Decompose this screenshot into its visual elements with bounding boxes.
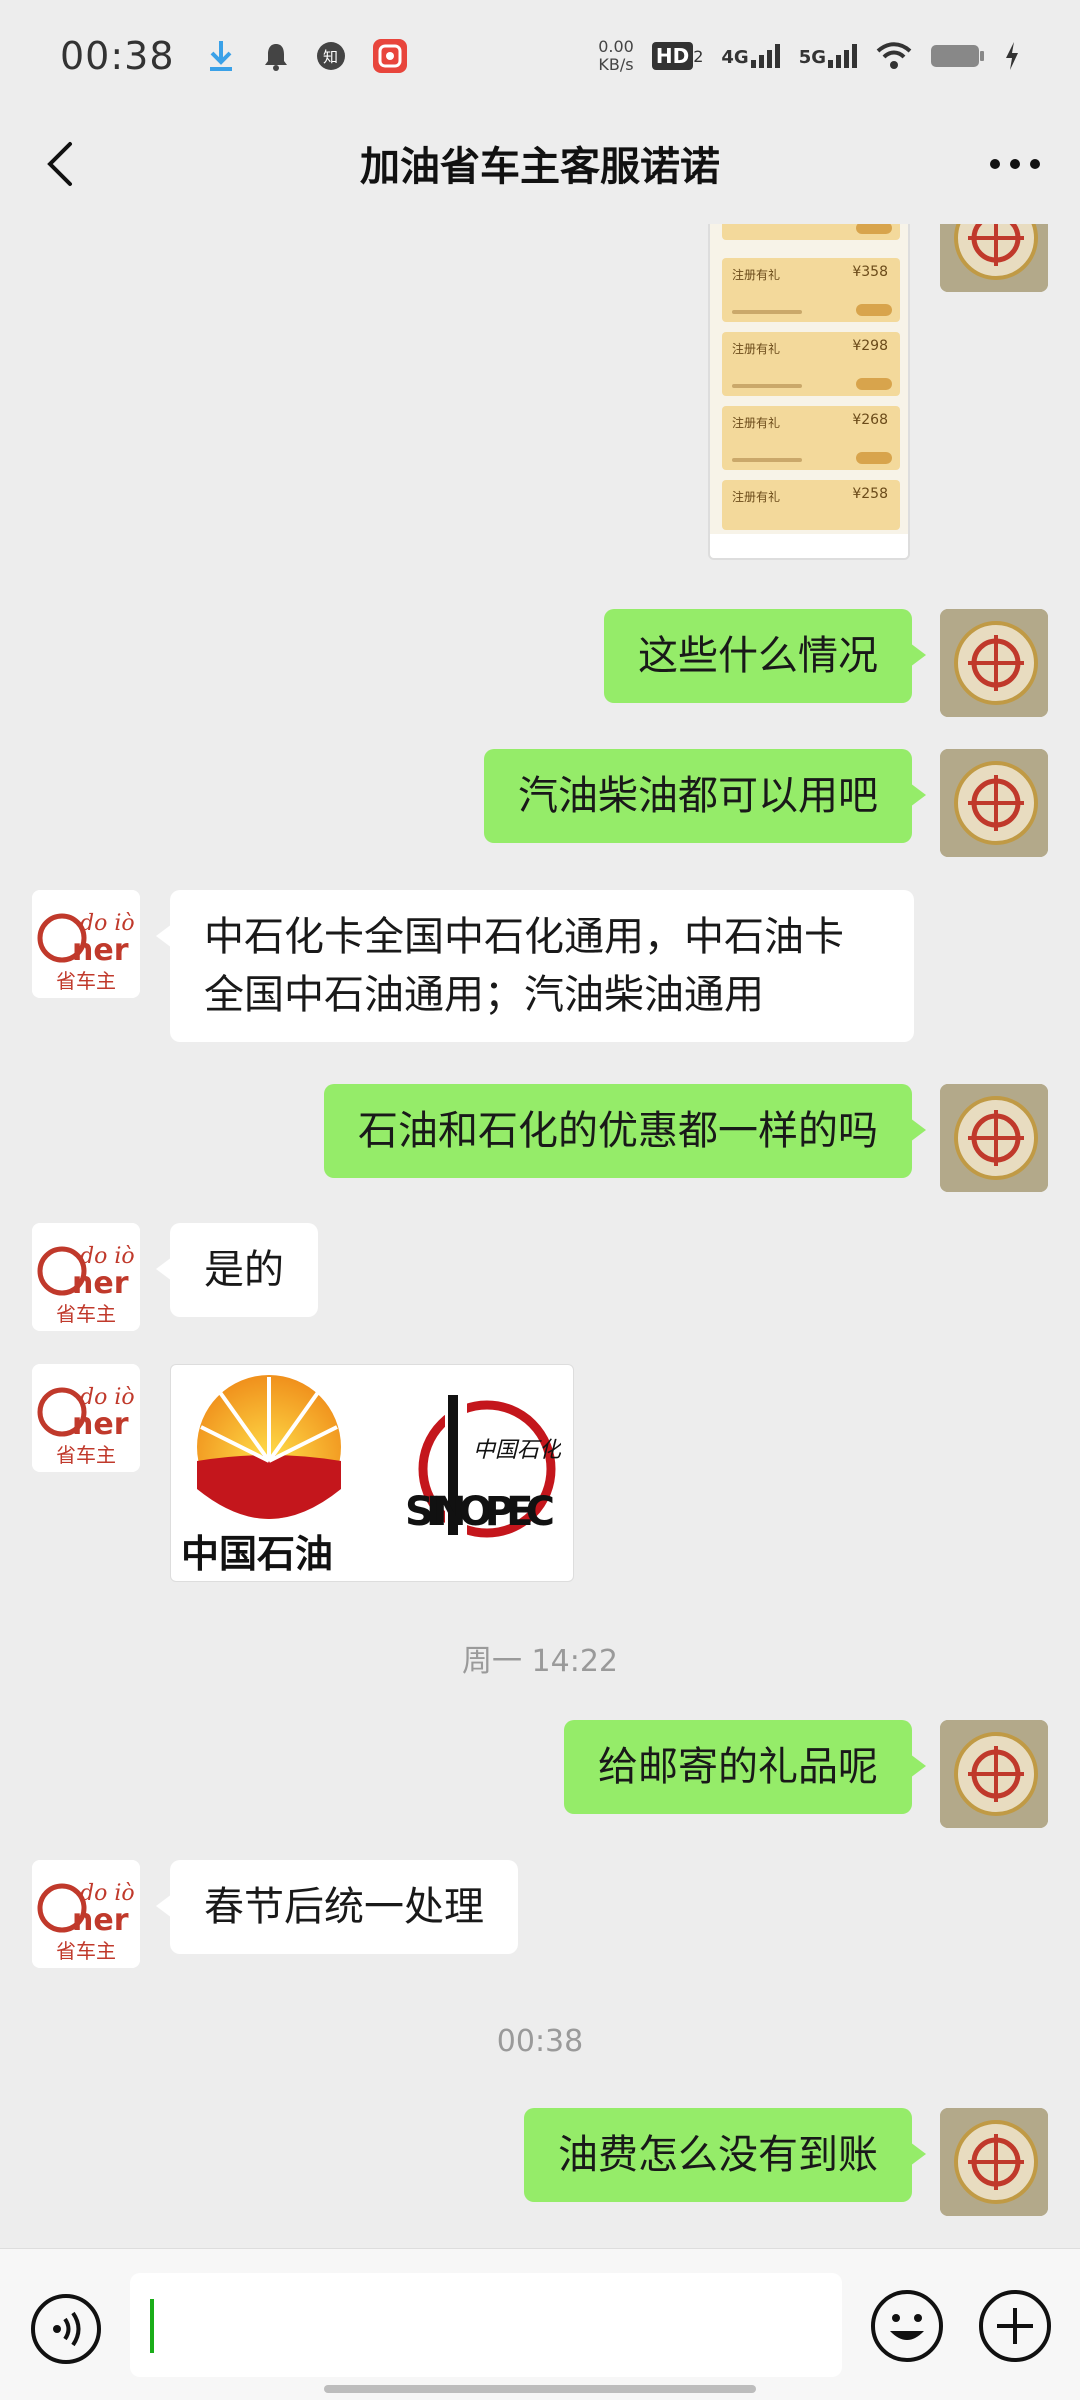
cnpc-logo — [197, 1375, 341, 1519]
message-bubble-received[interactable]: 是的 — [156, 1223, 318, 1317]
my-avatar[interactable] — [940, 609, 1048, 717]
svg-text:省车主: 省车主 — [56, 1443, 116, 1467]
contact-avatar[interactable]: do iò ner 省车主 — [32, 1223, 140, 1331]
svg-text:省车主: 省车主 — [56, 1302, 116, 1326]
signal-5g-icon: 5G — [799, 44, 858, 68]
message-list[interactable]: 注册有礼 ¥358 注册有礼 ¥298 注册有礼 ¥268 注册有礼 ¥258 这些什么… — [0, 224, 1080, 2248]
message-bubble-sent[interactable]: 汽油柴油都可以用吧 — [484, 749, 926, 843]
screenshot-image-message[interactable]: 注册有礼 ¥358 注册有礼 ¥298 注册有礼 ¥268 注册有礼 ¥258 — [708, 224, 910, 560]
svg-text:ner: ner — [72, 1903, 129, 1938]
message-bubble-sent[interactable]: 油费怎么没有到账 — [524, 2108, 926, 2202]
screenshot-row — [722, 224, 900, 240]
bell-icon — [264, 44, 287, 71]
my-avatar[interactable] — [940, 1084, 1048, 1192]
message-bubble-received[interactable]: 中石化卡全国中石化通用，中石油卡全国中石油通用；汽油柴油通用 — [156, 890, 914, 1042]
status-right-icons: 0.00 KB/s HD 2 4G 5G — [598, 38, 1020, 74]
timestamp: 周一 14:22 — [462, 1644, 618, 1679]
status-bar: 00:38 知 0.00 KB/s HD 2 4G 5G — [0, 0, 1080, 112]
svg-text:中国石化: 中国石化 — [473, 1438, 561, 1463]
app-notification-icon — [372, 39, 407, 73]
more-options-button[interactable] — [980, 136, 1050, 192]
text-caret — [150, 2299, 154, 2353]
my-avatar[interactable] — [940, 749, 1048, 857]
wifi-icon — [876, 42, 912, 69]
charging-icon — [1006, 42, 1018, 70]
svg-text:省车主: 省车主 — [56, 969, 116, 993]
message-bubble-sent[interactable]: 这些什么情况 — [604, 609, 926, 703]
status-left-icons: 知 — [207, 39, 407, 73]
chat-title: 加油省车主客服诺诺 — [360, 144, 720, 190]
status-time: 00:38 — [60, 34, 175, 78]
zhihu-app-icon: 知 — [316, 42, 345, 70]
input-bar — [0, 2248, 1080, 2400]
svg-text:ner: ner — [72, 1266, 129, 1301]
logo-image-message[interactable]: 中国石油 中国石化 SINOPEC — [170, 1364, 574, 1582]
my-avatar[interactable] — [940, 224, 1048, 292]
home-indicator[interactable] — [324, 2385, 756, 2393]
contact-avatar[interactable]: do iò ner 省车主 — [32, 890, 140, 998]
screenshot-row: 注册有礼 ¥258 — [722, 480, 900, 530]
timestamp: 00:38 — [496, 2024, 584, 2059]
screenshot-row: 注册有礼 ¥358 — [722, 258, 900, 322]
battery-icon — [931, 45, 984, 67]
message-bubble-sent[interactable]: 给邮寄的礼品呢 — [564, 1720, 926, 1814]
contact-avatar[interactable]: do iò ner 省车主 — [32, 1364, 140, 1472]
my-avatar[interactable] — [940, 1720, 1048, 1828]
chat-header: 加油省车主客服诺诺 — [0, 112, 1080, 214]
sinopec-logo: 中国石化 SINOPEC — [405, 1395, 561, 1553]
network-speed: 0.00 KB/s — [598, 37, 634, 74]
more-functions-button[interactable] — [978, 2289, 1052, 2363]
screenshot-navbar — [710, 534, 908, 558]
message-input[interactable] — [130, 2273, 842, 2377]
voice-input-button[interactable] — [30, 2293, 102, 2365]
screenshot-row: 注册有礼 ¥268 — [722, 406, 900, 470]
hd-icon: HD 2 — [651, 42, 703, 70]
my-avatar[interactable] — [940, 2108, 1048, 2216]
message-bubble-received[interactable]: 春节后统一处理 — [156, 1860, 518, 1954]
download-icon — [209, 41, 232, 71]
svg-text:ner: ner — [72, 933, 129, 968]
emoji-button[interactable] — [870, 2289, 944, 2363]
message-bubble-sent[interactable]: 石油和石化的优惠都一样的吗 — [324, 1084, 926, 1178]
svg-text:ner: ner — [72, 1407, 129, 1442]
svg-text:省车主: 省车主 — [56, 1939, 116, 1963]
signal-4g-icon: 4G — [721, 44, 780, 68]
contact-avatar[interactable]: do iò ner 省车主 — [32, 1860, 140, 1968]
screenshot-row: 注册有礼 ¥298 — [722, 332, 900, 396]
cnpc-logo-text: 中国石油 — [181, 1532, 334, 1576]
svg-text:SINOPEC: SINOPEC — [405, 1489, 555, 1535]
back-button[interactable] — [34, 136, 90, 192]
